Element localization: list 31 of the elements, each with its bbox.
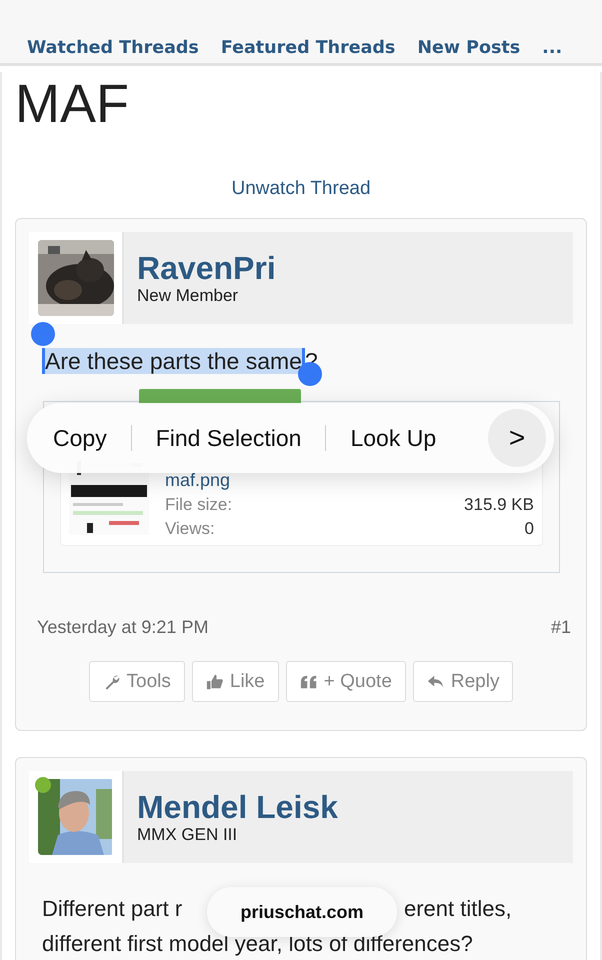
thread-title: MAF	[15, 73, 130, 136]
reply-button[interactable]: Reply	[412, 661, 514, 702]
selection-start-handle[interactable]	[31, 322, 55, 346]
user-role: MMX GEN III	[137, 825, 238, 845]
file-size-value: 315.9 KB	[464, 495, 534, 515]
menu-item[interactable]: Look Up	[350, 424, 436, 452]
post-date: Yesterday at 9:21 PM	[37, 617, 208, 638]
post-number: #1	[550, 617, 571, 638]
nav-link[interactable]: New Posts	[417, 38, 520, 58]
wrench-icon	[102, 672, 121, 690]
quote-button[interactable]: + Quote	[286, 661, 406, 702]
file-size-label: File size:	[165, 495, 232, 515]
views-value: 0	[524, 519, 534, 539]
username-link[interactable]: RavenPri	[137, 250, 276, 286]
selected-text: Are these parts the same	[42, 348, 302, 374]
user-role: New Member	[137, 286, 238, 306]
tools-button[interactable]: Tools	[88, 661, 185, 702]
post-text: erent titles,	[404, 895, 512, 923]
nav-link[interactable]: Featured Threads	[220, 38, 396, 58]
menu-item[interactable]: Copy	[53, 424, 107, 452]
nav-link[interactable]: ...	[542, 38, 562, 58]
post-text: Different part r	[42, 896, 182, 921]
menu-item[interactable]: Find Selection	[156, 424, 302, 452]
thumbs-up-icon	[206, 672, 224, 690]
like-button[interactable]: Like	[192, 661, 279, 702]
username-link[interactable]: Mendel Leisk	[137, 789, 338, 825]
file-name-link[interactable]: maf.png	[165, 470, 230, 491]
nav-link[interactable]: Watched Threads	[27, 38, 199, 58]
unwatch-link[interactable]: Unwatch Thread	[231, 178, 371, 199]
views-label: Views:	[165, 519, 215, 539]
more-button[interactable]: >	[488, 409, 546, 467]
